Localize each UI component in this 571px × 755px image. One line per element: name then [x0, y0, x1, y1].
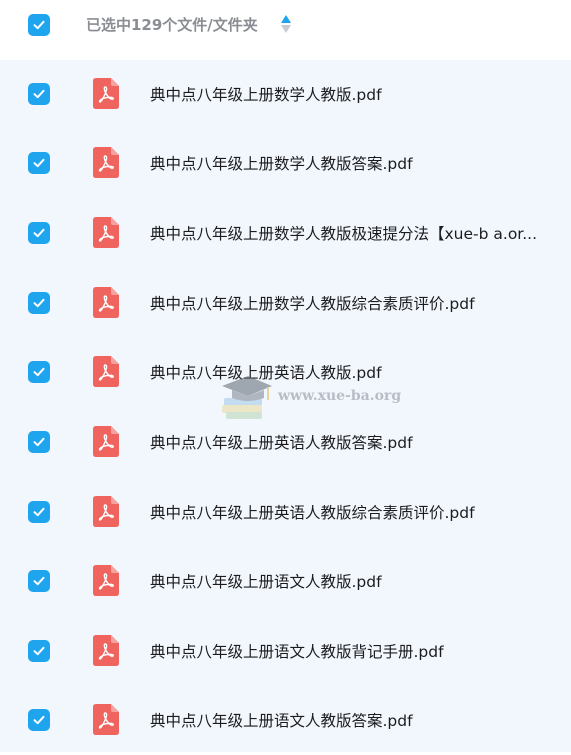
file-checkbox[interactable] — [28, 222, 50, 244]
file-name: 典中点八年级上册数学人教版答案.pdf — [150, 155, 413, 173]
select-all-checkbox[interactable] — [28, 14, 50, 36]
pdf-file-icon — [93, 496, 119, 527]
pdf-file-icon — [93, 356, 119, 387]
pdf-file-icon — [93, 78, 119, 109]
sort-up-down-icon[interactable] — [281, 14, 291, 34]
checkmark-icon — [33, 715, 45, 725]
file-name: 典中点八年级上册数学人教版综合素质评价.pdf — [150, 295, 475, 313]
pdf-file-icon — [93, 217, 119, 248]
pdf-file-icon — [93, 635, 119, 666]
file-checkbox[interactable] — [28, 431, 50, 453]
file-checkbox[interactable] — [28, 640, 50, 662]
file-name: 典中点八年级上册数学人教版极速提分法【xue-b a.or... — [150, 225, 538, 243]
file-checkbox[interactable] — [28, 292, 50, 314]
file-checkbox[interactable] — [28, 570, 50, 592]
file-checkbox[interactable] — [28, 709, 50, 731]
file-row[interactable]: 典中点八年级上册语文人教版.pdf — [0, 547, 571, 616]
checkmark-icon — [33, 158, 45, 168]
file-row[interactable]: 典中点八年级上册语文人教版答案.pdf — [0, 686, 571, 755]
file-row[interactable]: 典中点八年级上册数学人教版.pdf — [0, 60, 571, 129]
file-row[interactable]: 典中点八年级上册英语人教版.pdf — [0, 338, 571, 407]
pdf-file-icon — [93, 565, 119, 596]
file-row[interactable]: 典中点八年级上册英语人教版综合素质评价.pdf — [0, 478, 571, 547]
selection-header: 已选中129个文件/文件夹 — [0, 0, 571, 50]
file-row[interactable]: 典中点八年级上册数学人教版综合素质评价.pdf — [0, 269, 571, 338]
file-checkbox[interactable] — [28, 152, 50, 174]
file-name: 典中点八年级上册语文人教版.pdf — [150, 573, 382, 591]
pdf-file-icon — [93, 704, 119, 735]
file-row[interactable]: 典中点八年级上册英语人教版答案.pdf — [0, 408, 571, 477]
file-name: 典中点八年级上册数学人教版.pdf — [150, 86, 382, 104]
file-checkbox[interactable] — [28, 361, 50, 383]
file-list: 典中点八年级上册数学人教版.pdf 典中点八年级上册数学人教版答案.pdf 典中点八… — [0, 60, 571, 752]
checkmark-icon — [33, 507, 45, 517]
file-row[interactable]: 典中点八年级上册语文人教版背记手册.pdf — [0, 617, 571, 686]
file-row[interactable]: 典中点八年级上册数学人教版答案.pdf — [0, 129, 571, 198]
file-row[interactable]: 典中点八年级上册数学人教版极速提分法【xue-b a.or... — [0, 199, 571, 268]
file-name: 典中点八年级上册语文人教版答案.pdf — [150, 712, 413, 730]
checkmark-icon — [33, 89, 45, 99]
checkmark-icon — [33, 576, 45, 586]
file-name: 典中点八年级上册语文人教版背记手册.pdf — [150, 643, 444, 661]
file-name: 典中点八年级上册英语人教版.pdf — [150, 364, 382, 382]
checkmark-icon — [33, 20, 45, 30]
file-checkbox[interactable] — [28, 83, 50, 105]
pdf-file-icon — [93, 426, 119, 457]
file-name: 典中点八年级上册英语人教版答案.pdf — [150, 434, 413, 452]
checkmark-icon — [33, 437, 45, 447]
file-name: 典中点八年级上册英语人教版综合素质评价.pdf — [150, 504, 475, 522]
checkmark-icon — [33, 298, 45, 308]
selection-count-text: 已选中129个文件/文件夹 — [86, 16, 258, 34]
checkmark-icon — [33, 367, 45, 377]
pdf-file-icon — [93, 287, 119, 318]
checkmark-icon — [33, 646, 45, 656]
pdf-file-icon — [93, 147, 119, 178]
file-checkbox[interactable] — [28, 501, 50, 523]
checkmark-icon — [33, 228, 45, 238]
